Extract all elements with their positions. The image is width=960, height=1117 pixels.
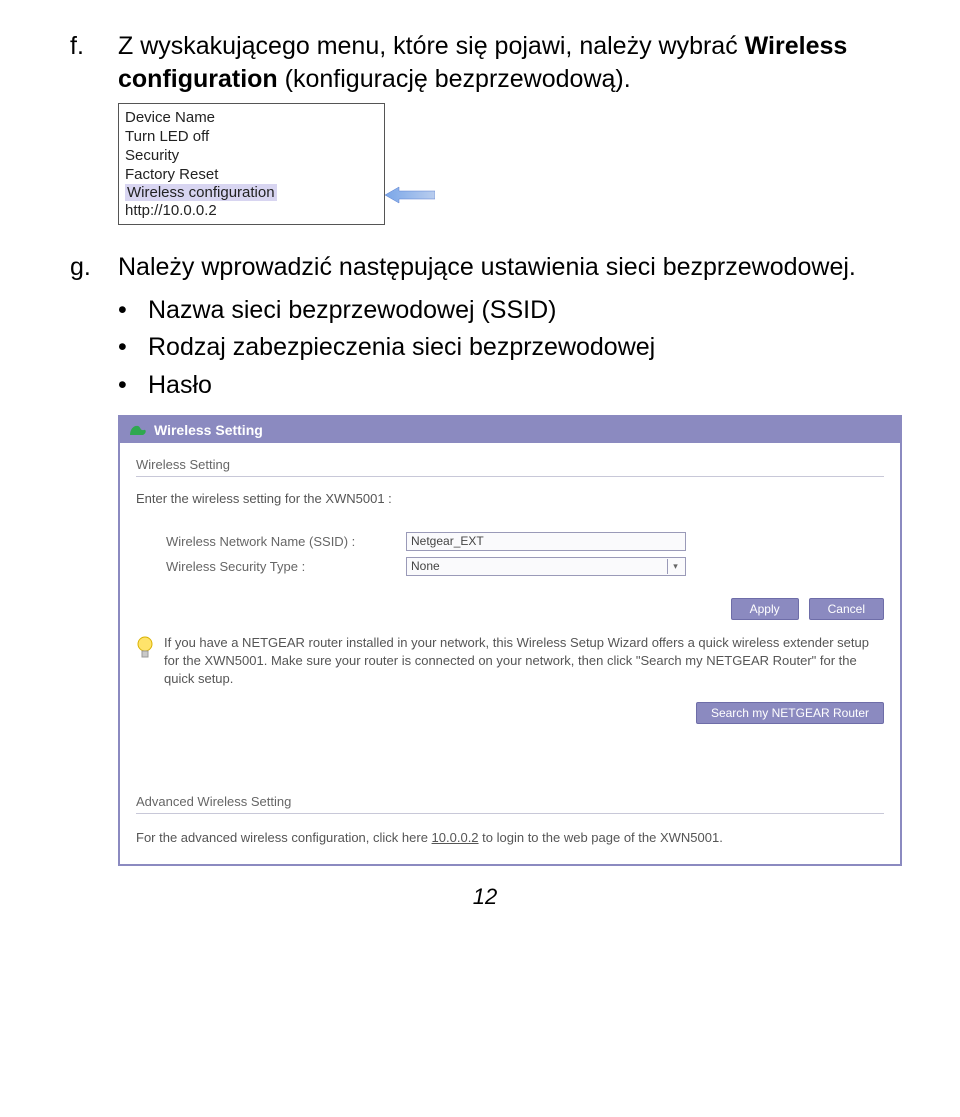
menu-item-device-name[interactable]: Device Name [125, 108, 380, 127]
step-g: g. Należy wprowadzić następujące ustawie… [70, 251, 900, 284]
panel-title: Wireless Setting [154, 422, 263, 438]
menu-item-wireless-configuration[interactable]: Wireless configuration [125, 184, 277, 201]
step-f: f. Z wyskakującego menu, które się pojaw… [70, 30, 900, 95]
ssid-row: Wireless Network Name (SSID) : [136, 532, 884, 551]
advanced-text-pre: For the advanced wireless configuration,… [136, 830, 432, 845]
list-item: • Rodzaj zabezpieczenia sieci bezprzewod… [118, 331, 900, 365]
search-router-button[interactable]: Search my NETGEAR Router [696, 702, 884, 724]
list-item: • Nazwa sieci bezprzewodowej (SSID) [118, 294, 900, 328]
bullet-text: Hasło [148, 369, 212, 403]
security-type-row: Wireless Security Type : None ▾ [136, 557, 884, 576]
cancel-button[interactable]: Cancel [809, 598, 884, 620]
advanced-text-post: to login to the web page of the XWN5001. [479, 830, 723, 845]
bullet-dot-icon: • [118, 294, 148, 328]
security-type-label: Wireless Security Type : [166, 559, 406, 574]
advanced-text: For the advanced wireless configuration,… [136, 828, 884, 848]
advanced-ip-link[interactable]: 10.0.0.2 [432, 830, 479, 845]
step-f-marker: f. [70, 30, 118, 63]
step-f-suffix: (konfigurację bezprzewodową). [278, 65, 631, 93]
bullet-text: Nazwa sieci bezprzewodowej (SSID) [148, 294, 556, 328]
bullet-list: • Nazwa sieci bezprzewodowej (SSID) • Ro… [118, 294, 900, 403]
chevron-down-icon: ▾ [667, 559, 683, 574]
section-advanced-title: Advanced Wireless Setting [136, 794, 884, 809]
page-number: 12 [70, 884, 900, 910]
divider [136, 476, 884, 477]
menu-item-security[interactable]: Security [125, 146, 380, 165]
tip-row: If you have a NETGEAR router installed i… [136, 634, 884, 689]
popup-menu: Device Name Turn LED off Security Factor… [118, 103, 385, 225]
step-f-prefix: Z wyskakującego menu, które się pojawi, … [118, 32, 745, 60]
panel-titlebar: Wireless Setting [120, 417, 900, 443]
security-type-value: None [411, 559, 440, 573]
bullet-dot-icon: • [118, 331, 148, 365]
arrow-left-icon [385, 186, 435, 204]
lightbulb-icon [136, 636, 154, 662]
step-g-text: Należy wprowadzić następujące ustawienia… [118, 251, 900, 284]
menu-item-factory-reset[interactable]: Factory Reset [125, 165, 380, 184]
divider [136, 813, 884, 814]
bullet-dot-icon: • [118, 369, 148, 403]
section-wireless-setting-title: Wireless Setting [136, 457, 884, 472]
menu-item-turn-led-off[interactable]: Turn LED off [125, 127, 380, 146]
wireless-setting-panel: Wireless Setting Wireless Setting Enter … [118, 415, 902, 866]
security-type-select[interactable]: None ▾ [406, 557, 686, 576]
bullet-text: Rodzaj zabezpieczenia sieci bezprzewodow… [148, 331, 655, 365]
ssid-label: Wireless Network Name (SSID) : [166, 534, 406, 549]
step-f-text: Z wyskakującego menu, które się pojawi, … [118, 30, 900, 95]
menu-item-url[interactable]: http://10.0.0.2 [125, 201, 380, 220]
step-g-marker: g. [70, 251, 118, 284]
tip-text: If you have a NETGEAR router installed i… [164, 634, 884, 689]
prompt-text: Enter the wireless setting for the XWN50… [136, 491, 884, 506]
list-item: • Hasło [118, 369, 900, 403]
genie-icon [128, 423, 148, 437]
ssid-input[interactable] [406, 532, 686, 551]
apply-button[interactable]: Apply [731, 598, 799, 620]
